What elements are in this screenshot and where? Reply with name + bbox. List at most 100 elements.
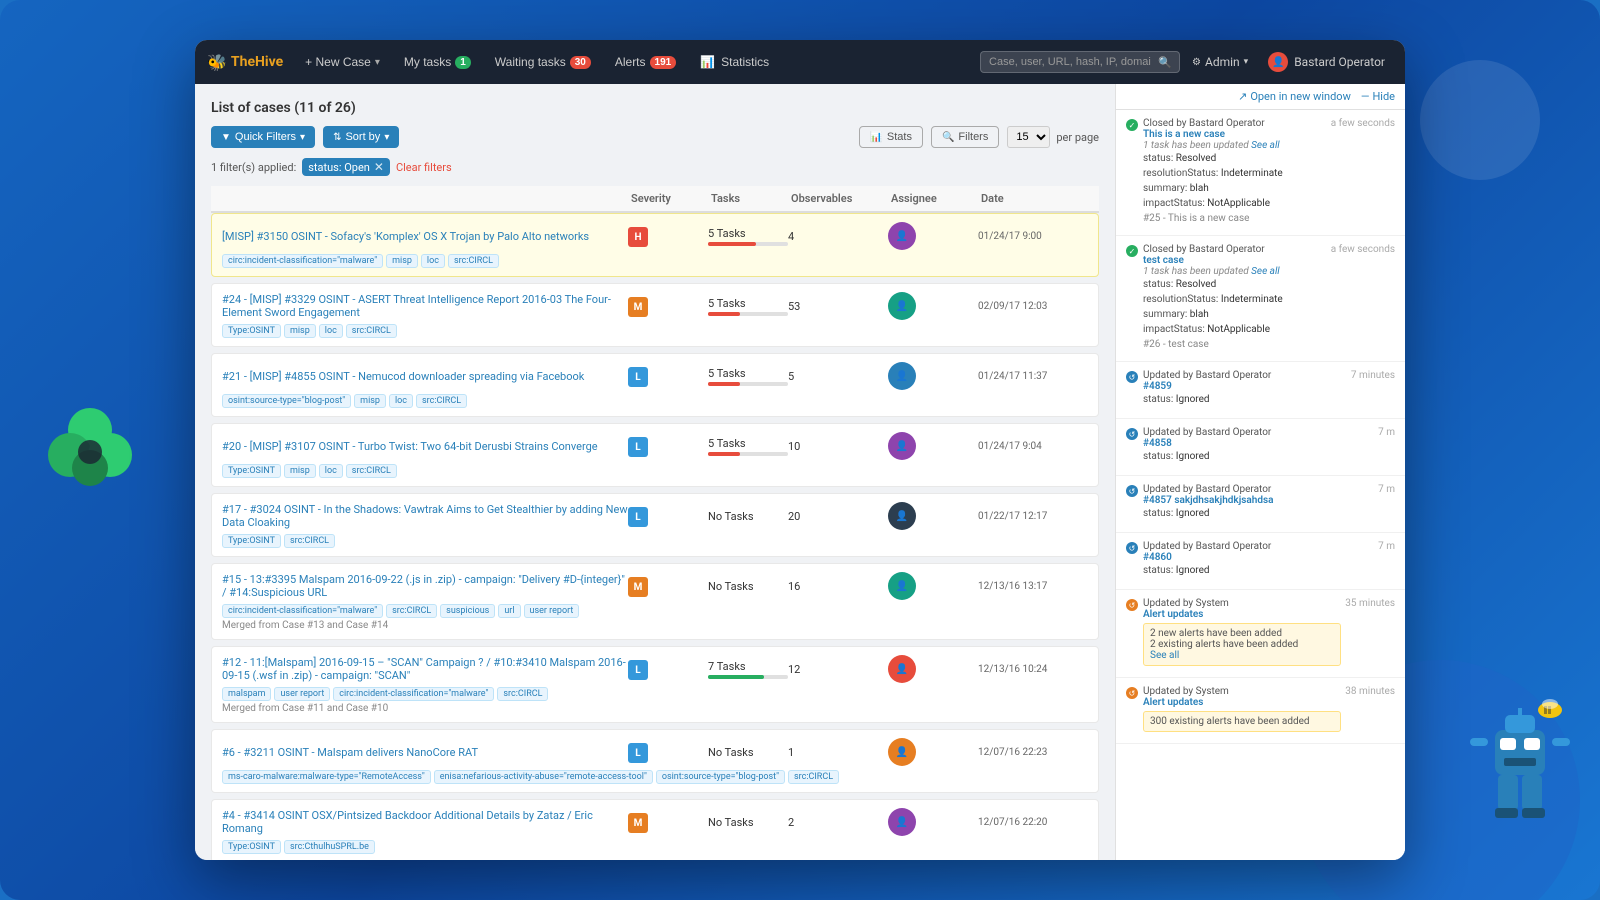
task-bar — [708, 312, 788, 316]
severity-badge: M — [628, 813, 648, 833]
hide-panel-button[interactable]: — Hide — [1361, 90, 1395, 103]
rp-field: impactStatus: NotApplicable — [1143, 196, 1327, 211]
waiting-tasks-button[interactable]: Waiting tasks 30 — [485, 51, 601, 73]
user-menu[interactable]: 👤 Bastard Operator — [1260, 48, 1393, 76]
tag: loc — [389, 394, 413, 408]
case-title[interactable]: #21 - [MISP] #4855 OSINT - Nemucod downl… — [222, 370, 628, 383]
assignee-cell: 👤 — [888, 655, 978, 683]
case-link[interactable]: This is a new case — [1143, 129, 1225, 140]
case-row-top: #15 - 13:#3395 Malspam 2016-09-22 (.js i… — [222, 572, 1088, 600]
tag: ms-caro-malware:malware-type="RemoteAcce… — [222, 770, 431, 784]
case-row-top: #17 - #3024 OSINT - In the Shadows: Vawt… — [222, 502, 1088, 530]
tag: Type:OSINT — [222, 534, 281, 548]
rp-entry-header: ↺ Updated by System Alert updates 300 ex… — [1126, 686, 1395, 732]
case-link[interactable]: #4859 — [1143, 381, 1172, 392]
entry-time: 7 m — [1378, 541, 1395, 552]
see-all-link[interactable]: See all — [1251, 140, 1280, 151]
case-tags: ms-caro-malware:malware-type="RemoteAcce… — [222, 770, 1088, 784]
case-tags: Type:OSINTsrc:CthulhuSPRL.be — [222, 840, 1088, 854]
case-link[interactable]: Alert updates — [1143, 609, 1203, 620]
severity-badge: L — [628, 743, 648, 763]
status-icon: ✓ — [1126, 119, 1138, 131]
case-date: 12/13/16 13:17 — [978, 581, 1088, 592]
rp-field: status: Ignored — [1143, 449, 1374, 464]
case-link[interactable]: #4858 — [1143, 438, 1172, 449]
task-bar — [708, 382, 788, 386]
case-title[interactable]: #15 - 13:#3395 Malspam 2016-09-22 (.js i… — [222, 573, 628, 599]
table-row: #15 - 13:#3395 Malspam 2016-09-22 (.js i… — [211, 563, 1099, 640]
case-tags: Type:OSINTmisplocsrc:CIRCL — [222, 324, 1088, 338]
table-header: Severity Tasks Observables Assignee Date — [211, 186, 1099, 213]
tag: src:CIRCL — [284, 534, 335, 548]
case-link[interactable]: test case — [1143, 255, 1184, 266]
stats-button[interactable]: 📊 Stats — [859, 126, 923, 148]
severity-badge: L — [628, 437, 648, 457]
actor-label: Updated by Bastard Operator — [1143, 541, 1374, 552]
case-title[interactable]: #4 - #3414 OSINT OSX/Pintsized Backdoor … — [222, 809, 628, 835]
case-title[interactable]: #20 - [MISP] #3107 OSINT - Turbo Twist: … — [222, 440, 628, 453]
case-title[interactable]: #12 - 11:[Malspam] 2016-09-15 – "SCAN" C… — [222, 656, 628, 682]
case-row-top: #20 - [MISP] #3107 OSINT - Turbo Twist: … — [222, 432, 1088, 460]
open-new-window-link[interactable]: ↗ Open in new window — [1238, 90, 1351, 103]
assignee-cell: 👤 — [888, 362, 978, 390]
case-title[interactable]: #24 - [MISP] #3329 OSINT - ASERT Threat … — [222, 293, 628, 319]
statistics-button[interactable]: 📊 Statistics — [690, 51, 779, 73]
new-case-button[interactable]: + New Case ▾ — [295, 51, 390, 73]
case-title[interactable]: #17 - #3024 OSINT - In the Shadows: Vawt… — [222, 503, 628, 529]
rp-entry: ↺ Updated by System Alert updates 300 ex… — [1116, 678, 1405, 744]
status-icon: ↺ — [1126, 542, 1138, 554]
observables-count: 53 — [788, 300, 888, 313]
rp-field: impactStatus: NotApplicable — [1143, 322, 1327, 337]
case-link[interactable]: #4857 sakjdhsakjhdkjsahdsa — [1143, 495, 1274, 506]
status-icon: ✓ — [1126, 245, 1138, 257]
case-title[interactable]: [MISP] #3150 OSINT - Sofacy's 'Komplex' … — [222, 230, 628, 243]
see-all-link[interactable]: See all — [1150, 650, 1179, 661]
case-row-top: #24 - [MISP] #3329 OSINT - ASERT Threat … — [222, 292, 1088, 320]
case-link[interactable]: Alert updates — [1143, 697, 1203, 708]
tasks-cell: 7 Tasks — [708, 660, 788, 679]
tag: src:CIRCL — [497, 687, 548, 701]
tag: loc — [319, 324, 343, 338]
task-bar — [708, 452, 788, 456]
rp-entry: ✓ Closed by Bastard Operator This is a n… — [1116, 110, 1405, 236]
tasks-label: No Tasks — [708, 816, 788, 829]
rp-entry-header: ↺ Updated by Bastard Operator #4860 stat… — [1126, 541, 1395, 578]
severity-badge: M — [628, 297, 648, 317]
search-input[interactable] — [980, 51, 1180, 73]
case-link[interactable]: #4860 — [1143, 552, 1172, 563]
entry-time: 38 minutes — [1345, 686, 1395, 697]
tag: src:CIRCL — [386, 604, 437, 618]
sort-button[interactable]: ⇅ Sort by ▾ — [323, 126, 399, 148]
rp-entry: ↺ Updated by Bastard Operator #4860 stat… — [1116, 533, 1405, 590]
actor-label: Updated by System — [1143, 598, 1341, 609]
remove-filter-button[interactable]: ✕ — [374, 160, 384, 174]
tag: misp — [284, 324, 316, 338]
case-tags: osint:source-type="blog-post"misplocsrc:… — [222, 394, 1088, 408]
quick-filters-button[interactable]: ▼ Quick Filters ▾ — [211, 126, 315, 148]
per-page-select[interactable]: 15 25 50 — [1007, 126, 1050, 148]
status-icon: ↺ — [1126, 485, 1138, 497]
admin-menu[interactable]: ⚙ Admin ▾ — [1184, 51, 1256, 73]
observables-count: 2 — [788, 816, 888, 829]
tasks-label: No Tasks — [708, 746, 788, 759]
tasks-label: 7 Tasks — [708, 660, 788, 673]
task-bar — [708, 675, 788, 679]
observables-count: 12 — [788, 663, 888, 676]
tag: src:CIRCL — [346, 324, 397, 338]
rp-field: resolutionStatus: Indeterminate — [1143, 166, 1327, 181]
actor-label: Updated by System — [1143, 686, 1341, 697]
tag: Type:OSINT — [222, 464, 281, 478]
case-row-top: #6 - #3211 OSINT - Malspam delivers Nano… — [222, 738, 1088, 766]
topnav: 🐝 TheHive + New Case ▾ My tasks 1 Waitin… — [195, 40, 1405, 84]
case-row-top: #12 - 11:[Malspam] 2016-09-15 – "SCAN" C… — [222, 655, 1088, 683]
tag: malspam — [222, 687, 271, 701]
actor-label: Closed by Bastard Operator — [1143, 244, 1327, 255]
filters-button[interactable]: 🔍 Filters — [931, 126, 999, 148]
robot-character — [1460, 690, 1580, 850]
my-tasks-button[interactable]: My tasks 1 — [394, 51, 481, 73]
see-all-link[interactable]: See all — [1251, 266, 1280, 277]
case-title[interactable]: #6 - #3211 OSINT - Malspam delivers Nano… — [222, 746, 628, 759]
rp-task-update: 1 task has been updated See all — [1143, 266, 1327, 277]
alerts-button[interactable]: Alerts 191 — [605, 51, 686, 73]
clear-filters-button[interactable]: Clear filters — [396, 161, 452, 174]
